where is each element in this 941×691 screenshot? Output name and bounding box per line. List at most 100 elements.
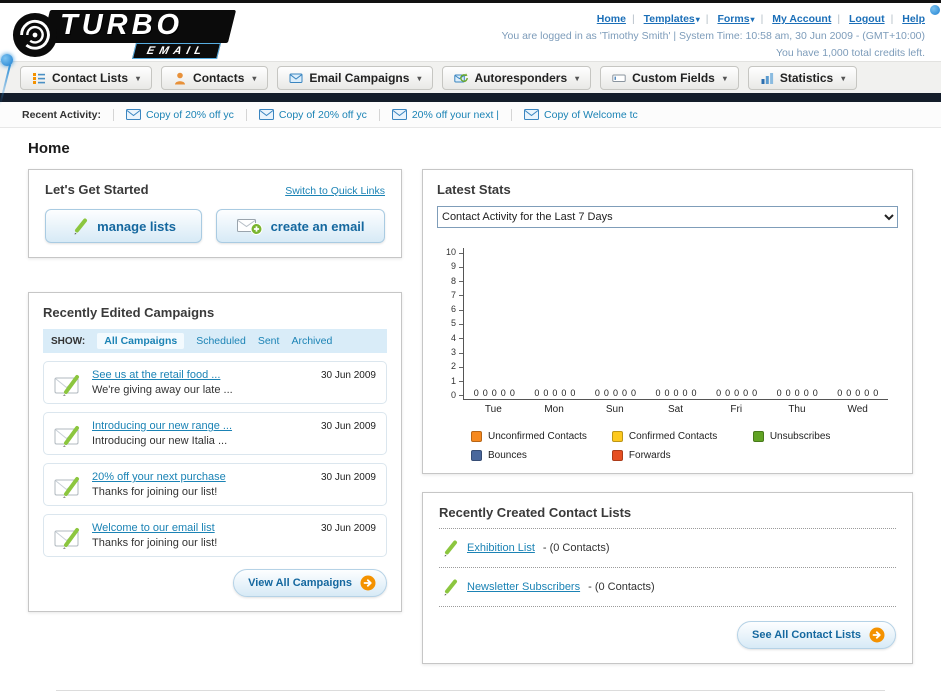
nav-tab-custom-fields[interactable]: Custom Fields ▾ — [600, 66, 739, 90]
nav-tab-label: Contact Lists — [52, 71, 129, 85]
campaign-filter-bar: SHOW: All Campaigns Scheduled Sent Archi… — [43, 329, 387, 353]
contact-list-name-link[interactable]: Exhibition List — [467, 542, 535, 554]
nav-tab-contact-lists[interactable]: Contact Lists ▾ — [20, 66, 153, 90]
chart-bar-group: 00000 — [646, 389, 707, 399]
recent-activity-item[interactable]: Copy of Welcome tc — [511, 108, 650, 121]
chart-value-label: 0 — [846, 388, 852, 398]
logo-swirl-icon — [12, 12, 58, 58]
create-email-button[interactable]: create an email — [216, 209, 385, 243]
chart-bar-group: 00000 — [827, 389, 888, 399]
nav-tab-contacts[interactable]: Contacts ▾ — [161, 66, 269, 90]
recent-activity-label: Recent Activity: — [22, 108, 101, 121]
campaign-subtitle: We're giving away our late ... — [92, 384, 233, 396]
legend-label: Unconfirmed Contacts — [488, 431, 587, 442]
manage-lists-button[interactable]: manage lists — [45, 209, 203, 243]
recent-activity-item[interactable]: Copy of 20% off yc — [112, 108, 246, 121]
nav-tab-label: Custom Fields — [632, 71, 715, 85]
contact-list-name-link[interactable]: Newsletter Subscribers — [467, 581, 580, 593]
link-my-account[interactable]: My Account — [772, 13, 831, 25]
recent-activity-item[interactable]: Copy of 20% off yc — [245, 108, 379, 121]
chart-value-label: 0 — [776, 388, 782, 398]
contact-list-item[interactable]: Exhibition List - (0 Contacts) — [439, 529, 896, 568]
recent-activity-bar: Recent Activity: Copy of 20% off yc Copy… — [0, 102, 941, 128]
campaign-subtitle: Thanks for joining our list! — [92, 537, 218, 549]
nav-tab-label: Contacts — [193, 71, 245, 85]
login-info: You are logged in as 'Timothy Smith' | S… — [501, 29, 925, 42]
see-all-contact-lists-button[interactable]: See All Contact Lists — [736, 621, 896, 649]
dropdown-arrow-icon: ▾ — [252, 73, 257, 83]
chart-category-label: Sun — [605, 404, 624, 415]
campaign-date: 30 Jun 2009 — [320, 523, 376, 534]
logo-text-turbo: TURBO — [60, 9, 184, 41]
chart-value-label: 0 — [803, 388, 809, 398]
legend-item: Unconfirmed Contacts — [471, 431, 612, 442]
email-campaigns-icon — [289, 73, 303, 83]
dropdown-arrow-icon: ▾ — [136, 73, 141, 83]
link-forms[interactable]: Forms▾ — [717, 13, 754, 25]
chart-value-label: 0 — [482, 388, 488, 398]
filter-sent[interactable]: Sent — [258, 335, 280, 347]
view-all-campaigns-button[interactable]: View All Campaigns — [233, 569, 387, 597]
link-home[interactable]: Home — [597, 13, 626, 25]
dropdown-arrow-icon: ▾ — [750, 15, 755, 24]
chart-bar-group: 00000 — [706, 389, 767, 399]
nav-tab-label: Autoresponders — [474, 71, 568, 85]
chart-value-label: 0 — [630, 388, 636, 398]
campaign-subtitle: Introducing our new Italia ... — [92, 435, 228, 447]
filter-archived[interactable]: Archived — [291, 335, 332, 347]
dropdown-arrow-icon: ▾ — [575, 73, 580, 83]
campaign-list-item[interactable]: Introducing our new range ... Introducin… — [43, 412, 387, 455]
campaign-list-item[interactable]: See us at the retail food ... We're givi… — [43, 361, 387, 404]
latest-stats-panel: Latest Stats Contact Activity for the La… — [422, 169, 913, 474]
latest-stats-title: Latest Stats — [437, 182, 511, 197]
chart-value-label: 0 — [864, 388, 870, 398]
chart-y-axis: 10 9 8 7 6 5 4 3 2 1 0 — [441, 248, 464, 400]
legend-item: Bounces — [471, 450, 612, 461]
stats-range-select[interactable]: Contact Activity for the Last 7 Days — [437, 206, 898, 228]
campaign-date: 30 Jun 2009 — [320, 472, 376, 483]
legend-swatch — [471, 431, 482, 442]
legend-label: Bounces — [488, 450, 527, 461]
chart-day-row: Tue Mon Sun Sat Fri Thu Wed — [463, 400, 888, 415]
filter-all-campaigns[interactable]: All Campaigns — [97, 333, 185, 349]
campaign-list-item[interactable]: 20% off your next purchase Thanks for jo… — [43, 463, 387, 506]
link-help[interactable]: Help — [902, 13, 925, 25]
email-icon — [524, 109, 540, 120]
chart-value-label: 0 — [785, 388, 791, 398]
legend-item: Forwards — [611, 450, 753, 461]
nav-tab-statistics[interactable]: Statistics ▾ — [747, 66, 858, 90]
chart-value-label: 0 — [543, 388, 549, 398]
header: TURBO EMAIL Home Templates▾ Forms▾ My Ac… — [0, 3, 941, 61]
header-right: Home Templates▾ Forms▾ My Account Logout… — [501, 9, 925, 59]
campaign-list-item[interactable]: Welcome to our email list Thanks for joi… — [43, 514, 387, 557]
recent-activity-item[interactable]: 20% off your next | — [378, 108, 511, 121]
credits-info: You have 1,000 total credits left. — [775, 46, 925, 59]
nav-tab-email-campaigns[interactable]: Email Campaigns ▾ — [277, 66, 434, 90]
page-title: Home — [28, 140, 70, 157]
contact-list-item[interactable]: Newsletter Subscribers - (0 Contacts) — [439, 568, 896, 607]
chart-category-label: Thu — [788, 404, 806, 415]
chart-bar-group: 00000 — [464, 389, 525, 399]
switch-to-quick-links[interactable]: Switch to Quick Links — [285, 185, 385, 197]
legend-swatch — [611, 450, 623, 461]
chart-value-label: 0 — [561, 388, 567, 398]
chart-plot: 00000000000000000000000000000000000 — [463, 248, 888, 400]
link-templates[interactable]: Templates▾ — [644, 13, 700, 25]
link-logout[interactable]: Logout — [849, 13, 885, 25]
filter-scheduled[interactable]: Scheduled — [196, 335, 246, 347]
see-all-contact-lists-label: See All Contact Lists — [751, 629, 861, 641]
nav-divider-bar — [0, 93, 941, 102]
chart-y-tick: 3 — [451, 348, 464, 357]
recently-created-contact-lists-panel: Recently Created Contact Lists Exhibitio… — [422, 492, 913, 664]
legend-swatch — [752, 431, 764, 442]
contact-lists-icon — [33, 73, 45, 84]
main-navigation: Contact Lists ▾ Contacts ▾ Email Campaig… — [0, 61, 941, 93]
chart-y-tick: 5 — [451, 319, 464, 328]
chart-y-tick: 1 — [451, 376, 464, 386]
contacts-icon — [175, 72, 186, 85]
contact-list-detail: - (0 Contacts) — [588, 581, 655, 593]
chart-value-label: 0 — [534, 388, 540, 398]
campaign-date: 30 Jun 2009 — [320, 370, 376, 381]
email-icon — [125, 109, 141, 120]
nav-tab-autoresponders[interactable]: Autoresponders ▾ — [442, 66, 592, 90]
